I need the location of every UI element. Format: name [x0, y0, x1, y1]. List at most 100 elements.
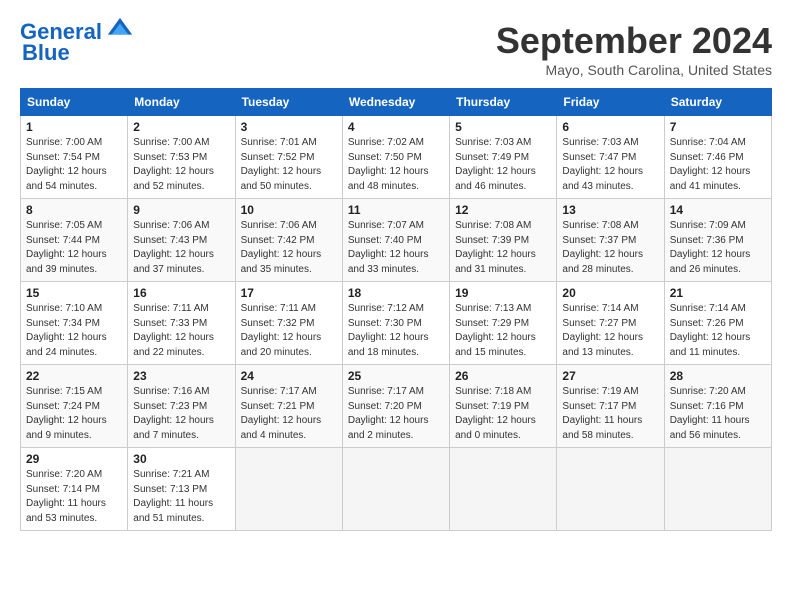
- day-info: Sunrise: 7:05 AM Sunset: 7:44 PM Dayligh…: [26, 219, 122, 277]
- day-number: 28: [670, 369, 766, 383]
- logo-icon: [106, 16, 134, 44]
- calendar-cell: 29 Sunrise: 7:20 AM Sunset: 7:14 PM Dayli…: [21, 448, 128, 531]
- day-info: Sunrise: 7:08 AM Sunset: 7:37 PM Dayligh…: [562, 219, 658, 277]
- logo: General Blue: [20, 20, 134, 66]
- calendar-cell: [342, 448, 449, 531]
- calendar-cell: 3 Sunrise: 7:01 AM Sunset: 7:52 PM Daylig…: [235, 116, 342, 199]
- calendar-cell: 2Sunrise: 7:00 AM Sunset: 7:53 PM Daylig…: [128, 116, 235, 199]
- day-number: 22: [26, 369, 122, 383]
- day-number: 6: [562, 120, 658, 134]
- day-number: 24: [241, 369, 337, 383]
- calendar-cell: 22 Sunrise: 7:15 AM Sunset: 7:24 PM Dayli…: [21, 365, 128, 448]
- col-wednesday: Wednesday: [342, 89, 449, 116]
- title-block: September 2024 Mayo, South Carolina, Uni…: [496, 20, 772, 78]
- calendar-cell: 13 Sunrise: 7:08 AM Sunset: 7:37 PM Dayli…: [557, 199, 664, 282]
- calendar-cell: 18 Sunrise: 7:12 AM Sunset: 7:30 PM Dayli…: [342, 282, 449, 365]
- day-number: 27: [562, 369, 658, 383]
- day-number: 5: [455, 120, 551, 134]
- calendar-cell: 4Sunrise: 7:02 AM Sunset: 7:50 PM Daylig…: [342, 116, 449, 199]
- day-number: 11: [348, 203, 444, 217]
- calendar-cell: 23 Sunrise: 7:16 AM Sunset: 7:23 PM Dayli…: [128, 365, 235, 448]
- day-number: 1: [26, 120, 122, 134]
- day-number: 3: [241, 120, 337, 134]
- day-info: Sunrise: 7:03 AM Sunset: 7:47 PM Dayligh…: [562, 136, 658, 194]
- col-friday: Friday: [557, 89, 664, 116]
- day-info: Sunrise: 7:13 AM Sunset: 7:29 PM Dayligh…: [455, 302, 551, 360]
- calendar-header-row: Sunday Monday Tuesday Wednesday Thursday…: [21, 89, 772, 116]
- calendar-cell: 21Sunrise: 7:14 AM Sunset: 7:26 PM Dayli…: [664, 282, 771, 365]
- day-number: 7: [670, 120, 766, 134]
- day-number: 12: [455, 203, 551, 217]
- col-thursday: Thursday: [450, 89, 557, 116]
- day-number: 20: [562, 286, 658, 300]
- day-info: Sunrise: 7:12 AM Sunset: 7:30 PM Dayligh…: [348, 302, 444, 360]
- calendar-cell: 9 Sunrise: 7:06 AM Sunset: 7:43 PM Daylig…: [128, 199, 235, 282]
- day-info: Sunrise: 7:04 AM Sunset: 7:46 PM Dayligh…: [670, 136, 766, 194]
- calendar-cell: 8 Sunrise: 7:05 AM Sunset: 7:44 PM Daylig…: [21, 199, 128, 282]
- day-number: 13: [562, 203, 658, 217]
- calendar-cell: 15 Sunrise: 7:10 AM Sunset: 7:34 PM Dayli…: [21, 282, 128, 365]
- col-saturday: Saturday: [664, 89, 771, 116]
- day-number: 29: [26, 452, 122, 466]
- day-number: 19: [455, 286, 551, 300]
- day-info: Sunrise: 7:03 AM Sunset: 7:49 PM Dayligh…: [455, 136, 551, 194]
- day-info: Sunrise: 7:18 AM Sunset: 7:19 PM Dayligh…: [455, 385, 551, 443]
- day-info: Sunrise: 7:17 AM Sunset: 7:21 PM Dayligh…: [241, 385, 337, 443]
- day-info: Sunrise: 7:19 AM Sunset: 7:17 PM Dayligh…: [562, 385, 658, 443]
- day-info: Sunrise: 7:06 AM Sunset: 7:42 PM Dayligh…: [241, 219, 337, 277]
- day-number: 2: [133, 120, 229, 134]
- day-info: Sunrise: 7:16 AM Sunset: 7:23 PM Dayligh…: [133, 385, 229, 443]
- day-info: Sunrise: 7:11 AM Sunset: 7:32 PM Dayligh…: [241, 302, 337, 360]
- calendar-week-row: 22 Sunrise: 7:15 AM Sunset: 7:24 PM Dayli…: [21, 365, 772, 448]
- day-number: 9: [133, 203, 229, 217]
- calendar-cell: 16 Sunrise: 7:11 AM Sunset: 7:33 PM Dayli…: [128, 282, 235, 365]
- calendar-cell: [450, 448, 557, 531]
- calendar-week-row: 15 Sunrise: 7:10 AM Sunset: 7:34 PM Dayli…: [21, 282, 772, 365]
- calendar-week-row: 1 Sunrise: 7:00 AM Sunset: 7:54 PM Daylig…: [21, 116, 772, 199]
- location: Mayo, South Carolina, United States: [496, 62, 772, 78]
- calendar-cell: [664, 448, 771, 531]
- calendar-cell: 12 Sunrise: 7:08 AM Sunset: 7:39 PM Dayli…: [450, 199, 557, 282]
- calendar-cell: [557, 448, 664, 531]
- month-title: September 2024: [496, 20, 772, 62]
- day-info: Sunrise: 7:17 AM Sunset: 7:20 PM Dayligh…: [348, 385, 444, 443]
- calendar-table: Sunday Monday Tuesday Wednesday Thursday…: [20, 88, 772, 531]
- day-info: Sunrise: 7:06 AM Sunset: 7:43 PM Dayligh…: [133, 219, 229, 277]
- calendar-cell: 27 Sunrise: 7:19 AM Sunset: 7:17 PM Dayli…: [557, 365, 664, 448]
- day-number: 26: [455, 369, 551, 383]
- day-number: 23: [133, 369, 229, 383]
- day-info: Sunrise: 7:14 AM Sunset: 7:27 PM Dayligh…: [562, 302, 658, 360]
- day-number: 4: [348, 120, 444, 134]
- calendar-cell: 17 Sunrise: 7:11 AM Sunset: 7:32 PM Dayli…: [235, 282, 342, 365]
- calendar-cell: 10 Sunrise: 7:06 AM Sunset: 7:42 PM Dayli…: [235, 199, 342, 282]
- calendar-cell: 7 Sunrise: 7:04 AM Sunset: 7:46 PM Daylig…: [664, 116, 771, 199]
- calendar-cell: 28 Sunrise: 7:20 AM Sunset: 7:16 PM Dayli…: [664, 365, 771, 448]
- day-info: Sunrise: 7:20 AM Sunset: 7:14 PM Dayligh…: [26, 468, 122, 526]
- day-info: Sunrise: 7:15 AM Sunset: 7:24 PM Dayligh…: [26, 385, 122, 443]
- calendar-cell: 6 Sunrise: 7:03 AM Sunset: 7:47 PM Daylig…: [557, 116, 664, 199]
- day-info: Sunrise: 7:10 AM Sunset: 7:34 PM Dayligh…: [26, 302, 122, 360]
- day-number: 17: [241, 286, 337, 300]
- day-number: 16: [133, 286, 229, 300]
- day-info: Sunrise: 7:01 AM Sunset: 7:52 PM Dayligh…: [241, 136, 337, 194]
- day-info: Sunrise: 7:21 AM Sunset: 7:13 PM Dayligh…: [133, 468, 229, 526]
- day-info: Sunrise: 7:20 AM Sunset: 7:16 PM Dayligh…: [670, 385, 766, 443]
- day-number: 18: [348, 286, 444, 300]
- calendar-cell: 19 Sunrise: 7:13 AM Sunset: 7:29 PM Dayli…: [450, 282, 557, 365]
- day-number: 14: [670, 203, 766, 217]
- col-sunday: Sunday: [21, 89, 128, 116]
- day-info: Sunrise: 7:08 AM Sunset: 7:39 PM Dayligh…: [455, 219, 551, 277]
- calendar-cell: 30 Sunrise: 7:21 AM Sunset: 7:13 PM Dayli…: [128, 448, 235, 531]
- day-number: 30: [133, 452, 229, 466]
- col-tuesday: Tuesday: [235, 89, 342, 116]
- calendar-cell: 1 Sunrise: 7:00 AM Sunset: 7:54 PM Daylig…: [21, 116, 128, 199]
- calendar-cell: 26 Sunrise: 7:18 AM Sunset: 7:19 PM Dayli…: [450, 365, 557, 448]
- day-number: 8: [26, 203, 122, 217]
- calendar-cell: 20 Sunrise: 7:14 AM Sunset: 7:27 PM Dayli…: [557, 282, 664, 365]
- day-info: Sunrise: 7:00 AM Sunset: 7:54 PM Dayligh…: [26, 136, 122, 194]
- day-number: 10: [241, 203, 337, 217]
- day-info: Sunrise: 7:11 AM Sunset: 7:33 PM Dayligh…: [133, 302, 229, 360]
- calendar-cell: 5 Sunrise: 7:03 AM Sunset: 7:49 PM Daylig…: [450, 116, 557, 199]
- calendar-cell: 11Sunrise: 7:07 AM Sunset: 7:40 PM Dayli…: [342, 199, 449, 282]
- day-number: 15: [26, 286, 122, 300]
